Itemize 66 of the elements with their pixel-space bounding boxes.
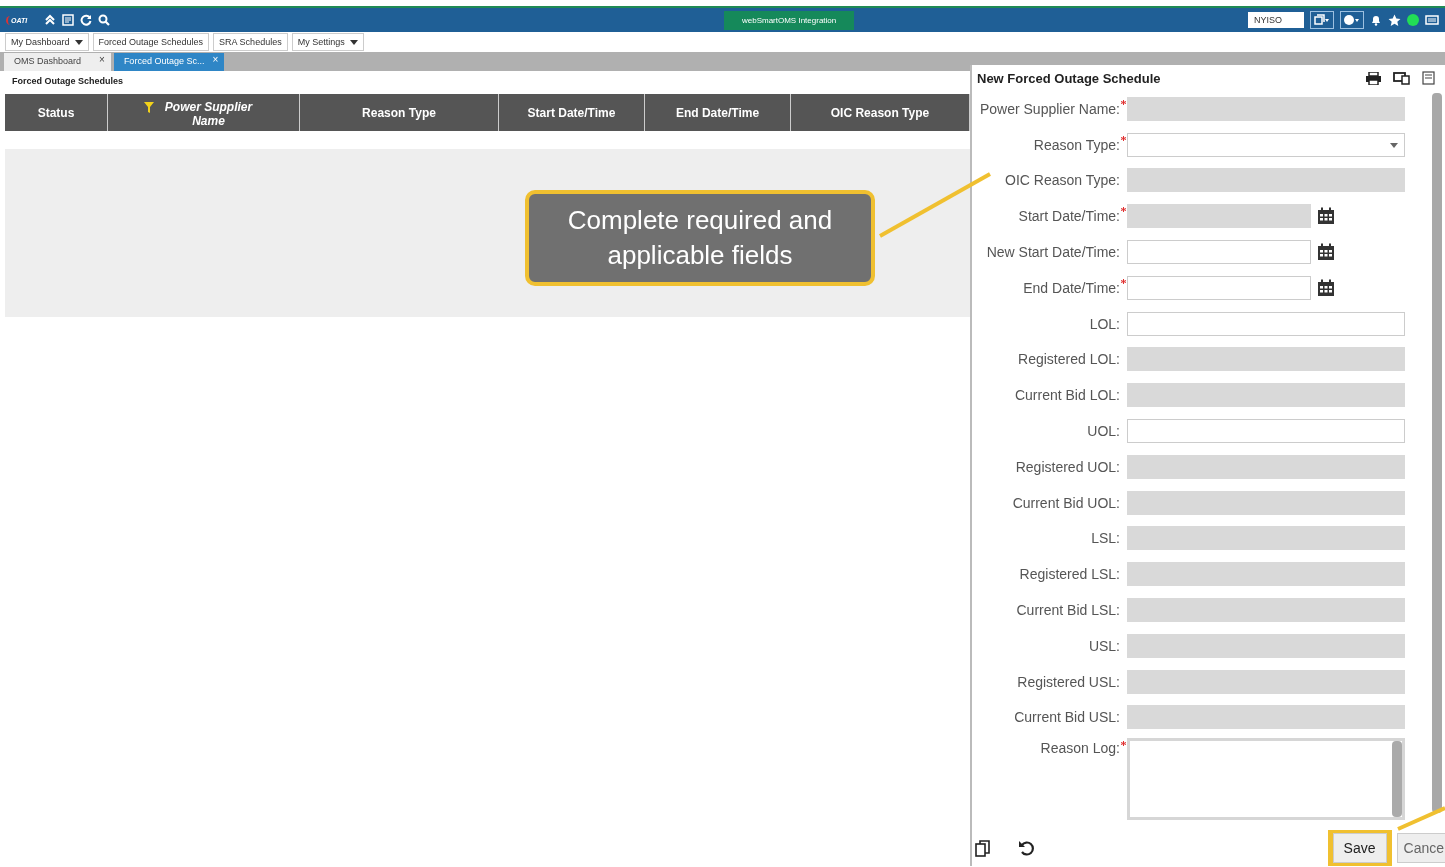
date-field[interactable] [1127, 275, 1311, 300]
column-header[interactable]: Reason Type [300, 94, 499, 131]
windows-icon[interactable] [1393, 71, 1410, 85]
field-label: Start Date/Time: [1017, 208, 1120, 225]
window-menu-button[interactable] [1310, 11, 1334, 29]
search-icon[interactable] [98, 14, 111, 26]
app-tab[interactable]: webSmartOMS Integration [723, 10, 855, 30]
caret-icon [1390, 142, 1398, 148]
column-header[interactable]: Start Date/Time [499, 94, 645, 131]
footer-button[interactable]: Cance [1396, 833, 1445, 863]
menu-item[interactable]: Forced Outage Schedules [92, 33, 210, 51]
field-label: Registered LSL: [1018, 566, 1120, 583]
column-header[interactable]: Power Supplier Name [108, 94, 300, 131]
menu-item[interactable]: My Settings [291, 33, 364, 51]
field-label: UOL: [1086, 423, 1120, 440]
card-icon[interactable] [1425, 14, 1439, 26]
menu-item[interactable]: SRA Schedules [213, 33, 288, 51]
field-label: Current Bid LSL: [1015, 602, 1120, 619]
scrollbar[interactable] [1432, 93, 1442, 813]
field-label: Reason Log: [1039, 740, 1120, 757]
page-title: Forced Outage Schedules [11, 75, 125, 88]
field-label: Registered UOL: [1014, 458, 1120, 475]
input-field[interactable] [1127, 311, 1405, 336]
field-label: USL: [1087, 637, 1120, 654]
copy-icon[interactable] [975, 839, 990, 857]
field-label: Current Bid LOL: [1013, 387, 1120, 404]
callout: Complete required and applicable fields [525, 190, 875, 286]
field-label: Registered LOL: [1017, 351, 1120, 368]
tab[interactable]: OMS Dashboard × [4, 53, 111, 71]
double-chevron-icon[interactable] [44, 14, 57, 26]
print-icon[interactable] [1366, 71, 1381, 85]
field-label: Registered USL: [1016, 673, 1120, 690]
field-label: LOL: [1088, 315, 1120, 332]
field-label: Reason Type: [1032, 136, 1120, 153]
column-header[interactable]: End Date/Time [645, 94, 791, 131]
text-area[interactable] [1127, 738, 1405, 821]
field-label: Current Bid USL: [1013, 709, 1120, 726]
leader-line [1397, 806, 1445, 831]
document-icon[interactable] [62, 14, 75, 26]
help-menu-button[interactable] [1340, 11, 1364, 29]
field-label: New Start Date/Time: [985, 244, 1120, 261]
menu-item[interactable]: My Dashboard [5, 33, 89, 51]
date-field[interactable] [1127, 240, 1311, 265]
bell-icon[interactable] [1370, 14, 1382, 26]
input-field[interactable] [1127, 419, 1405, 444]
panel-title: New Forced Outage Schedule [977, 70, 1161, 86]
field-label: Current Bid UOL: [1011, 494, 1120, 511]
undo-icon[interactable] [1018, 839, 1036, 857]
company-field[interactable]: NYISO [1248, 12, 1304, 28]
calendar-icon[interactable] [1317, 278, 1335, 297]
caret-icon [349, 39, 358, 45]
caret-icon [74, 39, 83, 45]
refresh-icon[interactable] [80, 14, 93, 26]
filter-icon[interactable] [143, 102, 154, 113]
windows-icon [1314, 14, 1330, 26]
calendar-icon[interactable] [1317, 207, 1335, 226]
tab[interactable]: Forced Outage Sc... × [113, 53, 225, 71]
field-label: Power Supplier Name: [978, 100, 1120, 117]
dropdown-field[interactable] [1127, 132, 1405, 157]
calendar-icon[interactable] [1317, 243, 1335, 262]
field-label: LSL: [1090, 530, 1120, 547]
field-label: End Date/Time: [1022, 279, 1120, 296]
form-icon[interactable] [1422, 71, 1435, 85]
star-icon[interactable] [1388, 13, 1401, 27]
column-header[interactable]: Status [5, 94, 108, 131]
field-label: OIC Reason Type: [1004, 172, 1120, 189]
